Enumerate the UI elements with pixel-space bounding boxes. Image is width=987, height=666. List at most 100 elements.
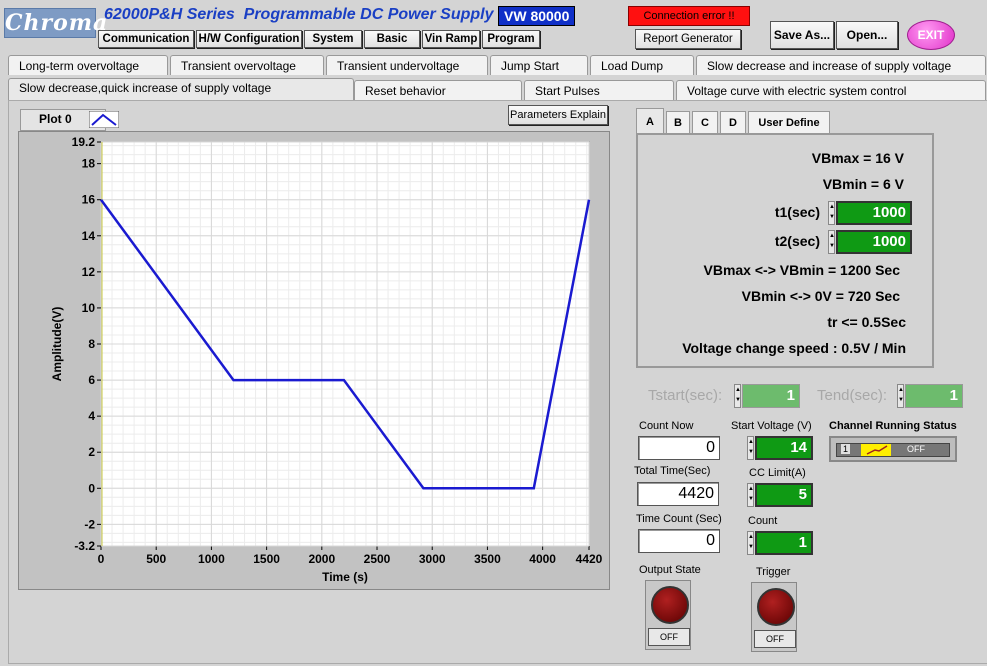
parameter-info-panel: VBmax = 16 V VBmin = 6 V t1(sec) ▲ ▼ 1000… (636, 133, 934, 368)
y-tick-label: 0 (88, 481, 95, 495)
channel-state: OFF (907, 444, 925, 454)
channel-running-status-label: Channel Running Status (829, 420, 957, 432)
save-as-button[interactable]: Save As... (770, 21, 834, 49)
menu-system[interactable]: System (304, 30, 362, 48)
tstart-field[interactable]: 1 (742, 384, 800, 408)
x-tick-label: 4420 (576, 552, 603, 566)
x-tick-label: 4000 (529, 552, 556, 566)
tab-transient-undervoltage[interactable]: Transient undervoltage (326, 55, 488, 75)
start-voltage-field[interactable]: 14 (755, 436, 813, 460)
subtab-a[interactable]: A (636, 108, 664, 134)
y-tick-label: 2 (88, 445, 95, 459)
t2-spinner[interactable]: ▲ ▼ (828, 230, 835, 254)
count-spinner[interactable]: ▲ ▼ (747, 531, 754, 555)
subtab-c[interactable]: C (692, 111, 718, 133)
y-tick-label: -3.2 (74, 539, 95, 553)
tab-transient-overvoltage[interactable]: Transient overvoltage (170, 55, 324, 75)
vbmax-vbmin-time: VBmax <-> VBmin = 1200 Sec (703, 262, 901, 278)
tab-start-pulses[interactable]: Start Pulses (524, 80, 674, 100)
output-state-led (651, 586, 689, 624)
time-count-field: 0 (638, 529, 720, 553)
plot-line-style-icon (89, 111, 119, 128)
subtab-d[interactable]: D (720, 111, 746, 133)
vbmax-text: VBmax = 16 V (811, 150, 904, 166)
subtab-b[interactable]: B (666, 111, 690, 133)
y-tick-label: 12 (82, 265, 96, 279)
t2-field[interactable]: 1000 (836, 230, 912, 254)
count-now-label: Count Now (639, 420, 694, 432)
count-now-field: 0 (638, 436, 720, 460)
count-field[interactable]: 1 (755, 531, 813, 555)
tstart-spinner[interactable]: ▲ ▼ (734, 384, 741, 408)
y-tick-label: 10 (82, 301, 96, 315)
menu-communication[interactable]: Communication (98, 30, 194, 48)
menu-vin-ramp[interactable]: Vin Ramp (422, 30, 480, 48)
t1-spinner[interactable]: ▲ ▼ (828, 201, 835, 225)
menu-hw-configuration[interactable]: H/W Configuration (196, 30, 302, 48)
tab-reset-behavior[interactable]: Reset behavior (354, 80, 522, 100)
tab-voltage-curve[interactable]: Voltage curve with electric system contr… (676, 80, 986, 100)
count-label: Count (748, 515, 778, 527)
plot-area: 0 500 1000 1500 2000 2500 3000 3500 4000 4420 -3.2… (18, 131, 610, 590)
start-voltage-spinner[interactable]: ▲ ▼ (747, 436, 754, 460)
tend-spinner[interactable]: ▲ ▼ (897, 384, 904, 408)
open-button[interactable]: Open... (836, 21, 898, 49)
model-badge: VW 80000 (498, 6, 576, 26)
t2-label: t2(sec) (774, 233, 820, 249)
output-state-button[interactable]: OFF (645, 580, 691, 650)
menu-basic[interactable]: Basic (364, 30, 420, 48)
tab-slow-decrease-increase[interactable]: Slow decrease and increase of supply vol… (696, 55, 986, 75)
total-time-field: 4420 (637, 482, 719, 506)
tab-slow-decrease-quick-increase[interactable]: Slow decrease,quick increase of supply v… (8, 78, 354, 102)
voltage-chart: 0 500 1000 1500 2000 2500 3000 3500 4000 4420 -3.2… (50, 135, 603, 584)
x-tick-label: 1500 (253, 552, 280, 566)
report-generator-button[interactable]: Report Generator (635, 29, 741, 49)
vbmin-text: VBmin = 6 V (822, 176, 904, 192)
y-tick-label: 16 (82, 193, 96, 207)
chroma-logo: Chroma (4, 8, 109, 38)
x-tick-label: 500 (146, 552, 166, 566)
tab-jump-start[interactable]: Jump Start (490, 55, 588, 75)
cc-limit-spinner[interactable]: ▲ ▼ (747, 483, 754, 507)
tab-long-term-overvoltage[interactable]: Long-term overvoltage (8, 55, 168, 75)
x-tick-label: 2000 (308, 552, 335, 566)
parameters-explain-button[interactable]: Parameters Explain (508, 105, 608, 125)
channel-status-indicator: 1 OFF (829, 436, 957, 462)
x-tick-label: 2500 (364, 552, 391, 566)
t1-label: t1(sec) (774, 204, 820, 220)
y-tick-label: 4 (88, 409, 95, 423)
y-tick-label: -2 (84, 517, 95, 531)
cc-limit-label: CC Limit(A) (749, 467, 806, 479)
cc-limit-field[interactable]: 5 (755, 483, 813, 507)
output-state-label: Output State (639, 564, 701, 576)
x-tick-label: 3500 (474, 552, 501, 566)
vbmin-0v-time: VBmin <-> 0V = 720 Sec (741, 288, 900, 304)
tstart-label: Tstart(sec): (648, 387, 723, 404)
total-time-label: Total Time(Sec) (634, 465, 711, 477)
trigger-button[interactable]: OFF (751, 582, 797, 652)
y-tick-label: 14 (82, 229, 96, 243)
t1-field[interactable]: 1000 (836, 201, 912, 225)
plot-legend-label: Plot 0 (39, 112, 72, 126)
voltage-change-speed: Voltage change speed : 0.5V / Min (682, 340, 906, 356)
trigger-led (757, 588, 795, 626)
start-voltage-label: Start Voltage (V) (731, 420, 812, 432)
app-title: 62000P&H Series Programmable DC Power Su… (104, 6, 494, 23)
menu-program[interactable]: Program (482, 30, 540, 48)
channel-wave-icon (861, 444, 891, 456)
tend-field[interactable]: 1 (905, 384, 963, 408)
x-tick-label: 1000 (198, 552, 225, 566)
plot-legend[interactable]: Plot 0 (20, 109, 119, 131)
tend-label: Tend(sec): (817, 387, 888, 404)
exit-button[interactable]: EXIT (907, 20, 955, 50)
y-tick-label: 8 (88, 337, 95, 351)
subtab-user-define[interactable]: User Define (748, 111, 830, 133)
y-tick-label: 18 (82, 157, 96, 171)
x-tick-label: 3000 (419, 552, 446, 566)
trigger-label: Trigger (756, 566, 791, 578)
channel-number: 1 (841, 444, 851, 454)
output-state-value: OFF (648, 628, 690, 646)
y-tick-label: 6 (88, 373, 95, 387)
tab-load-dump[interactable]: Load Dump (590, 55, 694, 75)
tr-text: tr <= 0.5Sec (827, 314, 906, 330)
